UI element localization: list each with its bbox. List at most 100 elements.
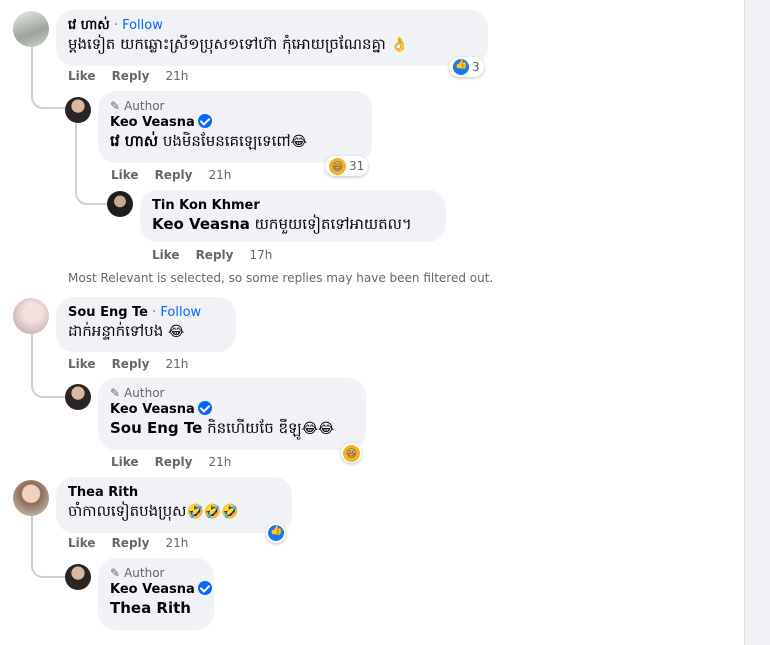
reply-bubble: ✎ Author Keo Veasna វេ ហាស់ បងមិនមែនគេឡេ…: [98, 91, 372, 163]
reply-button[interactable]: Reply: [112, 357, 150, 371]
comment-actions: Like Reply 21h: [68, 69, 188, 83]
reply-bubble: ✎ Author Keo Veasna Sou Eng Te កិនហើយចែ …: [98, 378, 366, 450]
commenter-name: Keo Veasna: [110, 114, 360, 131]
pencil-icon: ✎: [110, 566, 121, 580]
comment-text: ចាំកាលទៀតបងប្រុស🤣🤣🤣: [68, 501, 280, 522]
pencil-icon: ✎: [110, 386, 121, 400]
laughing-emoji-icon: 😂😂: [301, 421, 335, 437]
avatar[interactable]: [65, 97, 91, 123]
avatar[interactable]: [107, 191, 133, 217]
commenter-name: វេ ហាស់ · Follow: [68, 17, 476, 34]
commenter-name: Keo Veasna: [110, 401, 354, 418]
comment-text-body: ចាំកាលទៀតបងប្រុស: [68, 502, 187, 520]
reaction-summary[interactable]: 😆 31: [325, 156, 369, 176]
commenter-name-link[interactable]: Tin Kon Khmer: [152, 198, 260, 213]
reply-button[interactable]: Reply: [112, 536, 150, 550]
like-button[interactable]: Like: [68, 69, 96, 83]
commenter-name-link[interactable]: Keo Veasna: [110, 115, 195, 130]
comment-text: Thea Rith: [110, 598, 202, 618]
mention-link[interactable]: វេ ហាស់: [110, 132, 158, 150]
avatar[interactable]: [13, 480, 49, 516]
comment-text-body: ម្ដងទៀត យកឆ្លោះស្រី១ប្រុស១ទៅហ៊ា កុំអោយច្…: [68, 35, 386, 53]
follow-separator: ·: [148, 305, 161, 320]
comment-text-body: ដាក់អន្ទាក់ទៅបង: [68, 322, 164, 340]
comment-actions: Like Reply 21h: [68, 536, 188, 550]
reaction-summary[interactable]: 😆: [341, 443, 362, 463]
comment-text: Sou Eng Te កិនហើយចែ ឌីឡូ😂😂: [110, 418, 354, 439]
comment-actions: Like Reply 21h: [68, 357, 188, 371]
comment-text: ម្ដងទៀត យកឆ្លោះស្រី១ប្រុស១ទៅហ៊ា កុំអោយច្…: [68, 34, 476, 55]
avatar[interactable]: [13, 298, 49, 334]
comment-bubble: Sou Eng Te · Follow ដាក់អន្ទាក់ទៅបង 😂: [56, 297, 236, 352]
verified-badge-icon: [197, 581, 212, 595]
commenter-name: Keo Veasna: [110, 581, 212, 598]
like-button[interactable]: Like: [152, 248, 180, 262]
comment-actions: Like Reply 21h: [111, 168, 231, 182]
reaction-count: 3: [472, 60, 480, 74]
reply-button[interactable]: Reply: [155, 455, 193, 469]
reaction-count: 31: [349, 159, 365, 173]
timestamp[interactable]: 17h: [249, 248, 272, 262]
like-button[interactable]: Like: [68, 536, 96, 550]
verified-badge-icon: [197, 114, 212, 128]
reply-button[interactable]: Reply: [155, 168, 193, 182]
right-side-panel: [744, 0, 770, 645]
like-button[interactable]: Like: [111, 455, 139, 469]
follow-separator: ·: [109, 18, 123, 33]
pencil-icon: ✎: [110, 99, 121, 113]
mention-link[interactable]: Sou Eng Te: [110, 419, 202, 437]
timestamp[interactable]: 21h: [165, 69, 188, 83]
haha-reaction-icon: 😆: [329, 157, 346, 175]
reply-button[interactable]: Reply: [112, 69, 150, 83]
author-badge: ✎ Author: [110, 385, 354, 401]
comment-text-body: បងមិនមែនគេឡេទេពៅ: [158, 132, 291, 150]
commenter-name-link[interactable]: Thea Rith: [68, 485, 138, 500]
commenter-name: Thea Rith: [68, 484, 280, 501]
filter-notice: Most Relevant is selected, so some repli…: [68, 271, 494, 285]
timestamp[interactable]: 21h: [208, 168, 231, 182]
laughing-emoji-icon: 😂: [290, 134, 308, 150]
rofl-emoji-icon: 🤣🤣🤣: [186, 504, 239, 520]
commenter-name-link[interactable]: Keo Veasna: [110, 582, 195, 597]
avatar[interactable]: [13, 11, 49, 47]
commenter-name-link[interactable]: វេ ហាស់: [68, 18, 110, 33]
author-label: Author: [124, 99, 165, 113]
like-reaction-icon: [453, 59, 469, 75]
follow-link[interactable]: Follow: [160, 305, 201, 320]
comment-bubble: វេ ហាស់ · Follow ម្ដងទៀត យកឆ្លោះស្រី១ប្រ…: [56, 10, 488, 66]
like-button[interactable]: Like: [68, 357, 96, 371]
comment-bubble: Thea Rith ចាំកាលទៀតបងប្រុស🤣🤣🤣: [56, 477, 292, 533]
timestamp[interactable]: 21h: [208, 455, 231, 469]
commenter-name: Tin Kon Khmer: [152, 197, 434, 214]
like-reaction-icon: [268, 525, 284, 541]
avatar[interactable]: [65, 564, 91, 590]
reaction-summary[interactable]: [266, 523, 286, 543]
mention-link[interactable]: Thea Rith: [110, 599, 191, 617]
author-badge: ✎ Author: [110, 98, 360, 114]
follow-link[interactable]: Follow: [122, 18, 163, 33]
commenter-name: Sou Eng Te · Follow: [68, 304, 224, 321]
timestamp[interactable]: 21h: [165, 357, 188, 371]
reaction-summary[interactable]: 3: [449, 57, 484, 77]
commenter-name-link[interactable]: Sou Eng Te: [68, 305, 148, 320]
author-badge: ✎ Author: [110, 565, 202, 581]
laughing-emoji-icon: 😂: [168, 324, 185, 340]
timestamp[interactable]: 21h: [165, 536, 188, 550]
reply-bubble: ✎ Author Keo Veasna Thea Rith: [98, 558, 214, 630]
commenter-name-link[interactable]: Keo Veasna: [110, 402, 195, 417]
author-label: Author: [124, 386, 165, 400]
mention-link[interactable]: Keo Veasna: [152, 215, 250, 233]
comment-actions: Like Reply 17h: [152, 248, 272, 262]
author-label: Author: [124, 566, 165, 580]
comment-text: វេ ហាស់ បងមិនមែនគេឡេទេពៅ😂: [110, 131, 360, 152]
reply-button[interactable]: Reply: [196, 248, 234, 262]
comment-text-body: យកមួយទៀតទៅអាយតល។: [249, 215, 412, 233]
comment-text: Keo Veasna យកមួយទៀតទៅអាយតល។: [152, 214, 434, 234]
avatar[interactable]: [65, 384, 91, 410]
like-button[interactable]: Like: [111, 168, 139, 182]
verified-badge-icon: [197, 401, 212, 415]
comment-text: ដាក់អន្ទាក់ទៅបង 😂: [68, 321, 224, 342]
comment-actions: Like Reply 21h: [111, 455, 231, 469]
comment-text-body: កិនហើយចែ ឌីឡូ: [202, 419, 302, 437]
ok-hand-emoji-icon: 👌: [390, 37, 409, 53]
